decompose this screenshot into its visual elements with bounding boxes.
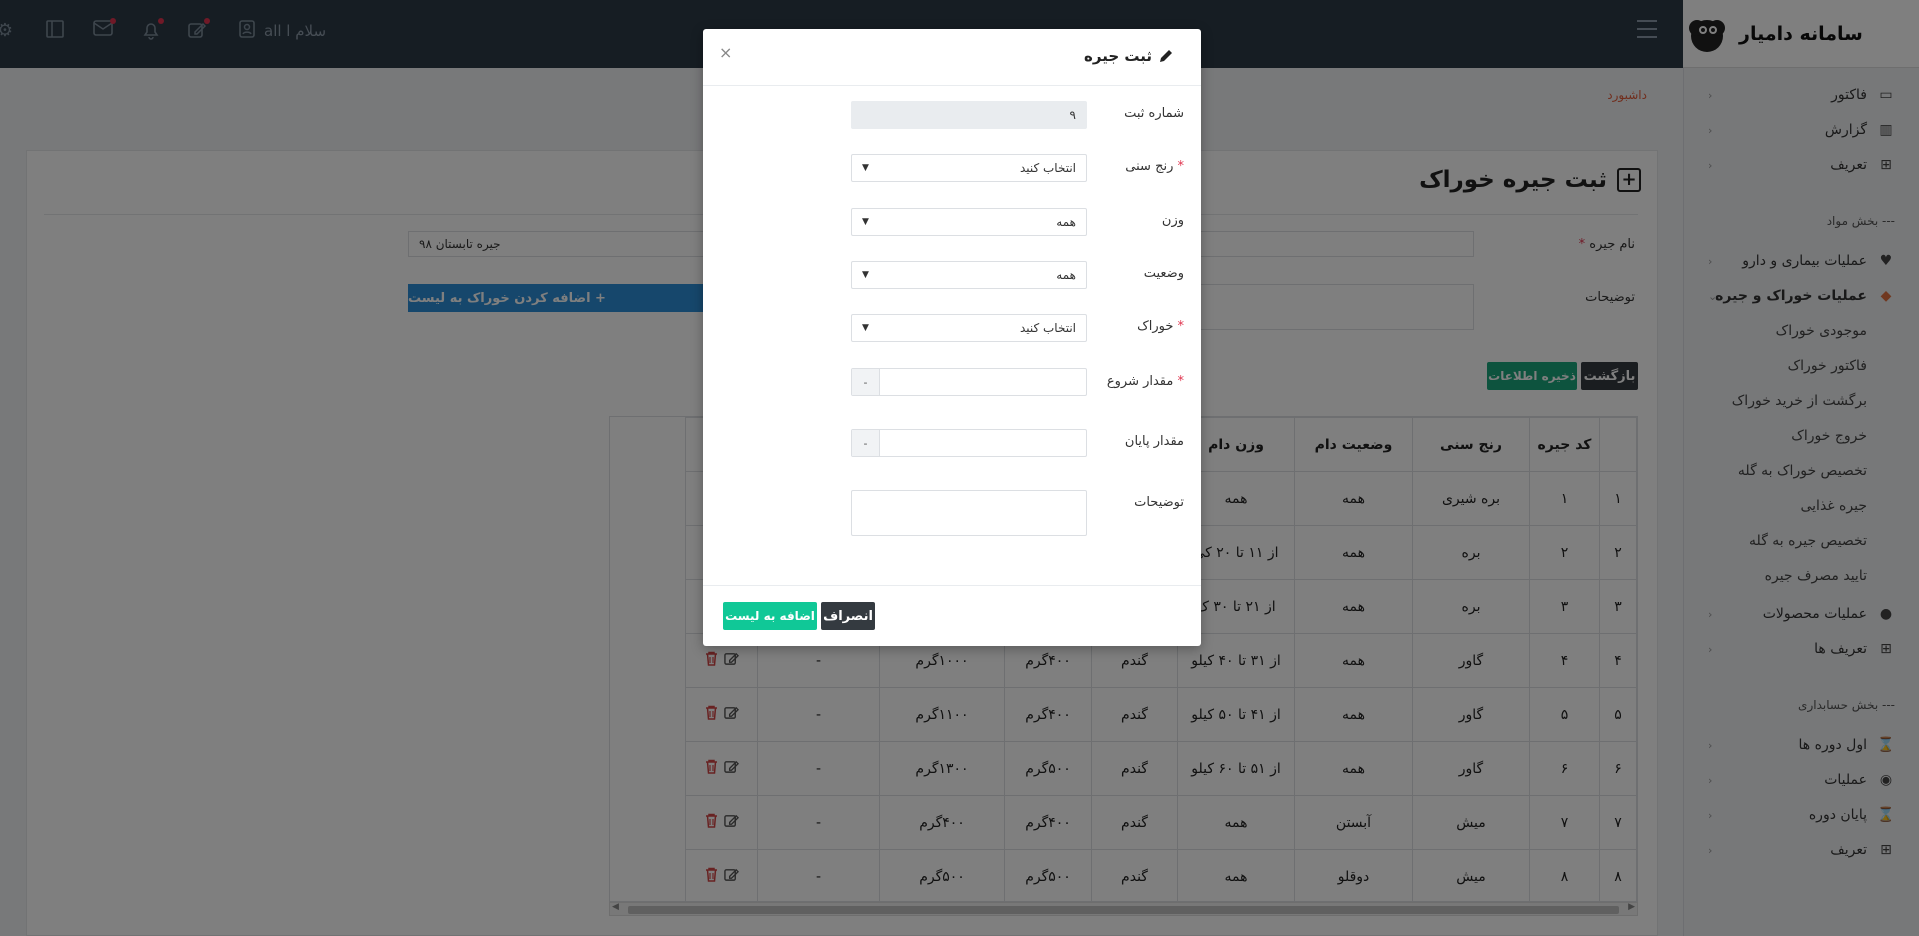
age-range-select[interactable]: انتخاب کنید ▼ <box>851 154 1087 182</box>
age-range-label: * رنج سنی <box>1125 159 1184 174</box>
unit-addon: - <box>852 369 880 395</box>
end-amount-input[interactable]: - <box>851 429 1087 457</box>
caret-down-icon: ▼ <box>862 270 869 280</box>
status-select[interactable]: همه ▼ <box>851 261 1087 289</box>
close-icon[interactable]: × <box>719 43 732 62</box>
modal-footer: انصراف اضافه به لیست <box>703 585 1201 646</box>
modal-title: ثبت جیره <box>1084 47 1174 65</box>
weight-select[interactable]: همه ▼ <box>851 208 1087 236</box>
modal-title-text: ثبت جیره <box>1084 47 1152 65</box>
modal-header: ثبت جیره × <box>703 29 1201 86</box>
cancel-button[interactable]: انصراف <box>821 602 875 630</box>
pencil-icon <box>1160 50 1172 62</box>
start-amount-input[interactable]: - <box>851 368 1087 396</box>
caret-down-icon: ▼ <box>862 163 869 173</box>
select-value: انتخاب کنید <box>1019 161 1076 175</box>
modal-description-textarea[interactable] <box>851 490 1087 536</box>
reg-number-value: ۹ <box>1069 108 1076 122</box>
ration-modal: ثبت جیره × شماره ثبت ۹ * رنج سنی انتخاب … <box>703 29 1201 646</box>
unit-addon: - <box>852 430 880 456</box>
modal-description-label: توضیحات <box>1134 495 1184 510</box>
caret-down-icon: ▼ <box>862 217 869 227</box>
weight-label: وزن <box>1161 213 1184 228</box>
caret-down-icon: ▼ <box>862 323 869 333</box>
select-value: همه <box>1056 215 1076 229</box>
reg-number-label: شماره ثبت <box>1124 106 1184 121</box>
select-value: همه <box>1056 268 1076 282</box>
end-amount-label: مقدار پایان <box>1124 434 1184 449</box>
food-select[interactable]: انتخاب کنید ▼ <box>851 314 1087 342</box>
reg-number-field: ۹ <box>851 101 1087 129</box>
add-to-list-button[interactable]: اضافه به لیست <box>723 602 817 630</box>
status-label: وضعیت <box>1143 266 1184 281</box>
select-value: انتخاب کنید <box>1019 321 1076 335</box>
start-amount-label: * مقدار شروع <box>1106 374 1184 389</box>
food-label: * خوراک <box>1137 319 1184 334</box>
